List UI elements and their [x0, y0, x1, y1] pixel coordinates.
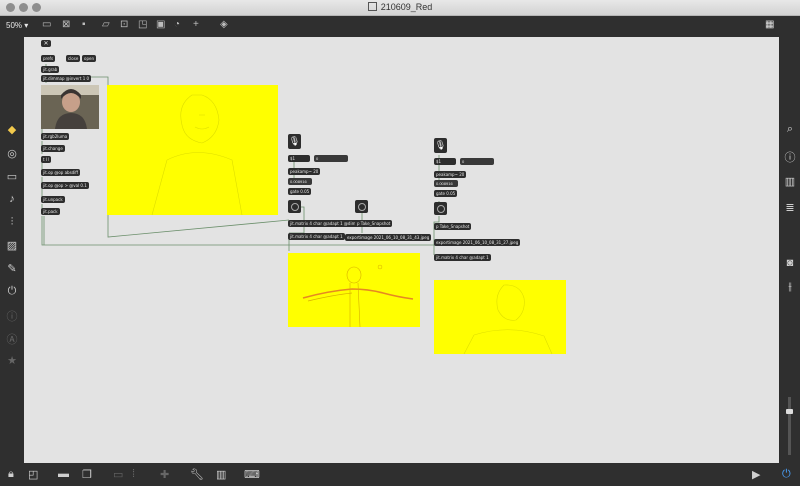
pack-object[interactable]: jit.pack: [41, 208, 60, 215]
snapshot-subpatch[interactable]: p Take_Snapshot: [355, 220, 393, 227]
plug-icon[interactable]: ⏻: [2, 285, 22, 298]
jit-matrix-out[interactable]: jit.matrix 4 char @adapt 1: [434, 254, 491, 261]
export-message[interactable]: exportimage 2021_06_10_08_31_27.jpeg: [434, 239, 521, 246]
video-object-icon[interactable]: ▣: [156, 19, 165, 30]
document-icon: [367, 2, 377, 11]
audio-object-icon[interactable]: ◳: [138, 19, 147, 30]
camera-icon[interactable]: ◙: [780, 257, 800, 269]
message-box-icon[interactable]: ⊠: [62, 19, 70, 30]
layout-icon[interactable]: ▭: [113, 468, 123, 481]
a-icon[interactable]: Ⓐ: [2, 331, 22, 347]
presentation-icon[interactable]: ◰: [28, 468, 38, 481]
search-icon[interactable]: ⌕: [780, 123, 800, 136]
dimmap-object[interactable]: jit.dimmap @invert 1 0: [41, 75, 92, 82]
inspector-icon[interactable]: ⓘ: [780, 149, 800, 165]
export-message[interactable]: exportimage 2021_06_10_08_31_43.jpeg: [345, 234, 432, 241]
main-preview-window[interactable]: [107, 85, 278, 215]
jit-matrix-in[interactable]: jit.matrix 4 char @adapt 1 @dim 1 2: [288, 220, 366, 227]
volume-handle[interactable]: [786, 409, 793, 414]
bang-button[interactable]: [355, 200, 368, 213]
trigger-object[interactable]: t l l: [41, 156, 52, 163]
button-object-icon[interactable]: ⊡: [120, 19, 128, 30]
unpack-object[interactable]: jit.unpack: [41, 196, 65, 203]
volume-slider[interactable]: [788, 397, 791, 455]
number-box[interactable]: 0: [314, 155, 348, 162]
bottom-bar: 🔒︎ ◰ ▬ ❐ ▭ ⁞ ✚ 🔧︎ ▥ ⌨ ▶ ⏻: [0, 463, 800, 486]
panel-icon[interactable]: ▭: [2, 170, 22, 183]
gate-object[interactable]: gate 0.05: [288, 188, 312, 195]
absdiff-object[interactable]: jit.op @op absdiff: [41, 169, 81, 176]
zoom-menu[interactable]: 50% ▾: [6, 21, 28, 30]
sub-object[interactable]: $1: [288, 155, 310, 162]
clip-icon[interactable]: ✎: [2, 262, 22, 275]
peakamp-object[interactable]: peakamp~ 20: [288, 168, 321, 175]
add-patch-icon[interactable]: ✚: [160, 468, 169, 481]
float-box[interactable]: 0.008916: [288, 178, 312, 185]
star-icon[interactable]: ★: [2, 354, 22, 367]
microphone-icon[interactable]: 🎙: [288, 134, 301, 149]
audio-routing-icon[interactable]: ⫶: [2, 216, 22, 229]
change-object[interactable]: jit.change: [41, 145, 65, 152]
patcher-canvas[interactable]: ✕ prefs close open jit.grab jit.dimmap @…: [24, 37, 779, 463]
image-icon[interactable]: ▨: [2, 239, 22, 252]
webcam-image: [41, 85, 99, 129]
rgb2luma-object[interactable]: jit.rgb2luma: [41, 133, 70, 140]
edge-image-2: [463, 284, 553, 354]
comment-icon[interactable]: ▪: [82, 19, 86, 30]
bang-button[interactable]: [434, 202, 447, 215]
lock-icon[interactable]: 🔒︎: [8, 468, 14, 481]
new-object-icon[interactable]: ▭: [42, 19, 51, 30]
wrench-icon[interactable]: 🔧︎: [190, 468, 204, 481]
comment-bubble-icon[interactable]: ▬: [58, 468, 69, 480]
windows-icon[interactable]: ❐: [82, 468, 92, 481]
package-icon[interactable]: ◆: [2, 123, 22, 136]
window-title: 210609_Red: [380, 2, 433, 12]
piano-icon[interactable]: ▥: [216, 468, 226, 481]
grid-snap-icon[interactable]: ⁞: [132, 468, 135, 480]
prefs-message[interactable]: prefs: [41, 55, 56, 62]
mixer-icon[interactable]: ⫲: [780, 281, 800, 294]
console-icon[interactable]: ≣: [780, 201, 800, 214]
target-icon[interactable]: ◎: [2, 147, 22, 160]
microphone-icon[interactable]: 🎙: [434, 138, 447, 153]
close-message[interactable]: close: [66, 55, 81, 62]
reference-icon[interactable]: ▥: [780, 175, 800, 188]
number-box-icon[interactable]: ▱: [102, 19, 110, 30]
close-toggle[interactable]: ✕: [41, 40, 51, 47]
play-icon[interactable]: ▶: [752, 468, 760, 481]
threshold-object[interactable]: jit.op @op > @val 0.1: [41, 182, 89, 189]
left-sidebar: ◆ ◎ ▭ ♪ ⫶ ▨ ✎ ⏻ ⓘ Ⓐ ★: [0, 37, 24, 463]
paint-bucket-icon[interactable]: ◈: [220, 19, 228, 30]
grid-icon[interactable]: ▦: [765, 19, 774, 30]
dial-icon[interactable]: ◔: [174, 19, 180, 30]
power-icon[interactable]: ⏻: [782, 468, 791, 481]
float-box[interactable]: 0.008916: [434, 180, 458, 187]
grab-object[interactable]: jit.grab: [41, 66, 60, 73]
snapshot-subpatch[interactable]: p Take_Snapshot: [434, 223, 472, 230]
edge-image-1: [302, 264, 414, 327]
open-message[interactable]: open: [82, 55, 96, 62]
info-icon[interactable]: ⓘ: [2, 308, 22, 324]
snapshot-preview-1[interactable]: [288, 253, 420, 327]
right-sidebar: ⌕ ⓘ ▥ ≣ ◙ ⫲: [780, 37, 800, 463]
title-bar: 210609_Red: [0, 0, 800, 16]
jit-matrix-out[interactable]: jit.matrix 4 char @adapt 1: [288, 233, 345, 240]
snapshot-preview-2[interactable]: [434, 280, 566, 354]
sub-object[interactable]: $1: [434, 158, 456, 165]
camera-preview: [41, 85, 99, 129]
gate-object[interactable]: gate 0.05: [434, 190, 458, 197]
edge-image-main: [151, 94, 243, 215]
add-icon[interactable]: +: [193, 19, 199, 30]
toolbar: 50% ▾ ▭ ⊠ ▪ ▱ ⊡ ◳ ▣ ◔ + ◈ ▦: [0, 16, 800, 37]
music-icon[interactable]: ♪: [2, 193, 22, 205]
peakamp-object[interactable]: peakamp~ 20: [434, 171, 467, 178]
keyboard-icon[interactable]: ⌨: [244, 468, 260, 481]
number-box[interactable]: 0: [460, 158, 494, 165]
bang-button[interactable]: [288, 200, 301, 213]
